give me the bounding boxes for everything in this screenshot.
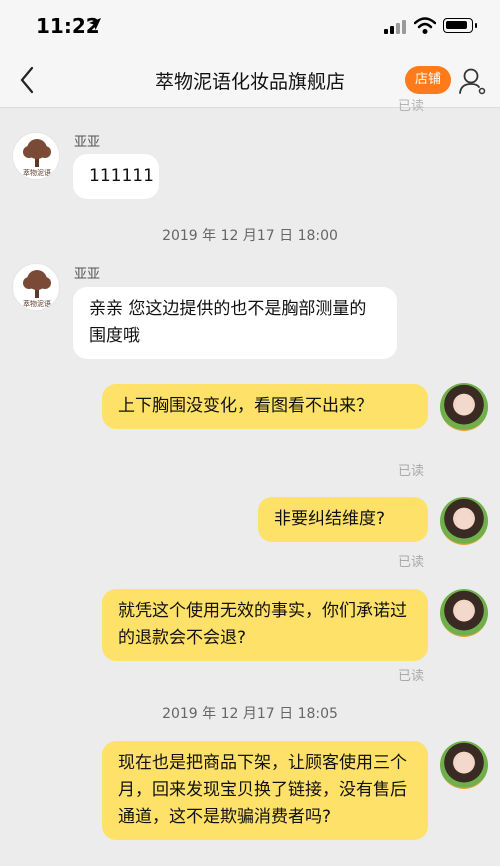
message-bubble-incoming[interactable]: 亲亲 您这边提供的也不是胸部测量的围度哦 <box>73 287 397 359</box>
read-status: 已读 <box>398 669 425 684</box>
user-profile-icon[interactable] <box>458 66 488 96</box>
message-bubble-outgoing[interactable]: 非要纠结维度? <box>258 497 428 542</box>
nav-bar: 萃物泥语化妆品旗舰店 店铺 <box>0 52 500 108</box>
store-avatar[interactable]: 萃物泥语 <box>12 263 60 311</box>
message-bubble-outgoing[interactable]: 就凭这个使用无效的事实，你们承诺过的退款会不会退? <box>102 589 428 661</box>
read-status: 已读 <box>398 464 425 479</box>
sender-name: 亚亚 <box>74 267 101 282</box>
sender-name: 亚亚 <box>74 135 101 150</box>
user-avatar[interactable] <box>440 741 488 789</box>
battery-icon <box>443 18 477 33</box>
store-avatar[interactable]: 萃物泥语 <box>12 132 60 180</box>
user-avatar[interactable] <box>440 497 488 545</box>
read-status: 已读 <box>398 555 425 570</box>
timestamp: 2019 年 12 月17 日 18:05 <box>162 706 338 722</box>
cellular-signal-icon <box>384 20 408 34</box>
read-status: 已读 <box>398 99 425 114</box>
tree-logo-icon: 萃物泥语 <box>23 270 51 308</box>
shop-button[interactable]: 店铺 <box>405 66 451 94</box>
location-arrow-icon <box>89 18 101 30</box>
user-avatar[interactable] <box>440 383 488 431</box>
tree-logo-icon: 萃物泥语 <box>23 139 51 177</box>
wifi-icon <box>414 17 436 34</box>
store-logo-text: 萃物泥语 <box>23 299 51 308</box>
store-logo-text: 萃物泥语 <box>23 168 51 177</box>
message-bubble-outgoing[interactable]: 上下胸围没变化，看图看不出来？ <box>102 384 428 429</box>
message-bubble-incoming[interactable]: 111111 <box>73 154 159 199</box>
status-bar: 11:22 <box>0 0 500 52</box>
timestamp: 2019 年 12 月17 日 18:00 <box>162 228 338 244</box>
user-avatar[interactable] <box>440 589 488 637</box>
message-bubble-outgoing[interactable]: 现在也是把商品下架，让顾客使用三个月，回来发现宝贝换了链接，没有售后通道，这不是… <box>102 741 428 840</box>
